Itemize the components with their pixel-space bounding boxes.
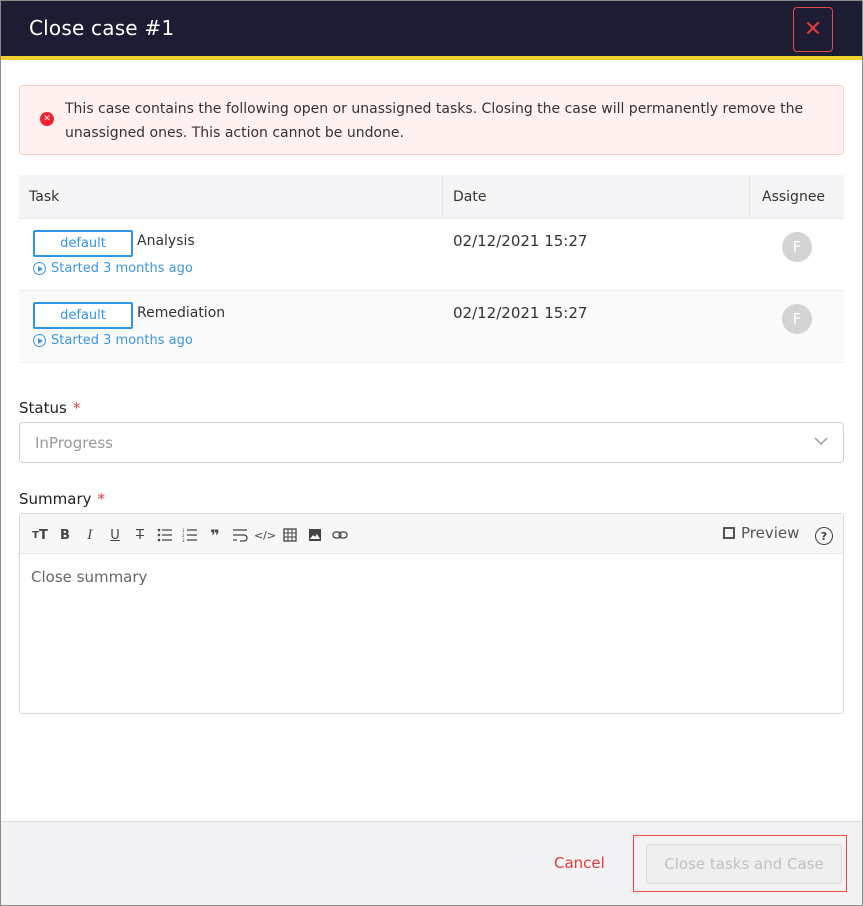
task-date: 02/12/2021 15:27 [453, 232, 588, 250]
dialog-header: Close case #1 ✕ [1, 1, 862, 60]
dialog-title: Close case #1 [29, 16, 175, 40]
task-name[interactable]: Analysis [137, 233, 195, 249]
image-icon[interactable] [306, 526, 324, 544]
warning-alert: ✕ This case contains the following open … [19, 85, 844, 155]
task-status-text: Started 3 months ago [51, 333, 193, 348]
preview-button[interactable]: Preview [723, 524, 799, 542]
column-header-assignee: Assignee [749, 175, 844, 218]
close-icon: ✕ [803, 17, 823, 42]
editor-toolbar: TT B I U T 123 ❞ </> Preview ? [20, 514, 843, 554]
numbered-list-icon[interactable]: 123 [181, 526, 199, 544]
play-circle-icon [33, 262, 46, 275]
summary-label-text: Summary [19, 490, 92, 508]
tasks-table: Task Date Assignee default Analysis Star… [19, 175, 844, 363]
header-icon[interactable]: TT [31, 526, 49, 544]
table-row: default Remediation Started 3 months ago… [19, 291, 844, 363]
wrap-icon[interactable] [231, 526, 249, 544]
close-tasks-and-case-button[interactable]: Close tasks and Case [646, 844, 842, 884]
column-header-date: Date [442, 175, 486, 218]
quote-icon[interactable]: ❞ [206, 526, 224, 545]
error-circle-icon: ✕ [40, 112, 54, 126]
summary-label: Summary * [19, 490, 105, 508]
table-icon[interactable] [281, 526, 299, 544]
status-label-text: Status [19, 399, 67, 417]
play-circle-icon [33, 334, 46, 347]
cancel-button[interactable]: Cancel [554, 854, 605, 872]
status-select-value: InProgress [35, 434, 113, 452]
task-name[interactable]: Remediation [137, 305, 225, 321]
italic-icon[interactable]: I [81, 526, 99, 544]
strikethrough-icon[interactable]: T [131, 526, 149, 544]
underline-icon[interactable]: U [106, 526, 124, 544]
status-label: Status * [19, 399, 80, 417]
task-status: Started 3 months ago [33, 261, 193, 276]
close-case-dialog: Close case #1 ✕ ✕ This case contains the… [0, 0, 863, 906]
summary-textarea[interactable]: Close summary [31, 568, 147, 586]
avatar: F [782, 304, 812, 334]
code-icon[interactable]: </> [254, 526, 276, 544]
preview-label: Preview [741, 524, 800, 542]
bold-icon[interactable]: B [56, 526, 74, 544]
table-row: default Analysis Started 3 months ago 02… [19, 219, 844, 291]
required-mark: * [97, 490, 106, 508]
svg-text:3: 3 [182, 538, 185, 542]
help-icon[interactable]: ? [815, 527, 833, 545]
fullscreen-icon [723, 527, 735, 539]
column-header-task: Task [29, 188, 60, 205]
task-status-text: Started 3 months ago [51, 261, 193, 276]
task-group-tag: default [33, 302, 133, 329]
link-icon[interactable] [331, 526, 349, 544]
task-status: Started 3 months ago [33, 333, 193, 348]
required-mark: * [72, 399, 81, 417]
alert-message: This case contains the following open or… [65, 101, 804, 141]
close-dialog-button[interactable]: ✕ [793, 7, 833, 52]
chevron-down-icon [814, 437, 828, 445]
task-group-tag: default [33, 230, 133, 257]
bullet-list-icon[interactable] [156, 526, 174, 544]
summary-editor: TT B I U T 123 ❞ </> Preview ? Close sum… [19, 513, 844, 714]
dialog-footer: Cancel Close tasks and Case [1, 821, 862, 905]
task-date: 02/12/2021 15:27 [453, 304, 588, 322]
table-header: Task Date Assignee [19, 175, 844, 219]
avatar: F [782, 232, 812, 262]
status-select[interactable]: InProgress [19, 422, 844, 463]
